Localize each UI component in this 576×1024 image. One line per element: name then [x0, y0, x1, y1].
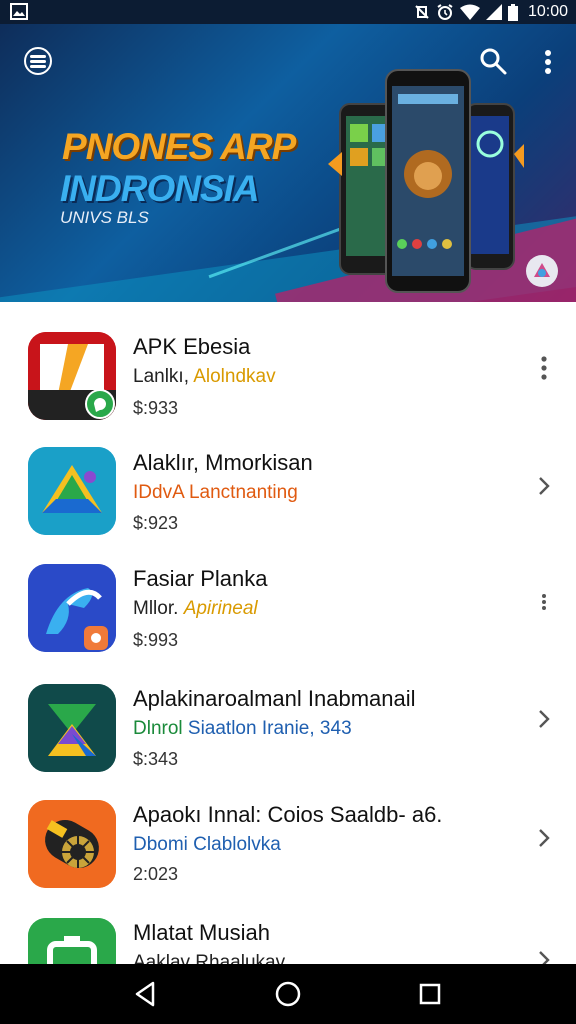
app-category-prefix: Mllor. — [133, 598, 184, 619]
chevron-right-icon[interactable] — [530, 946, 558, 964]
more-vert-icon[interactable] — [530, 588, 558, 616]
chevron-right-icon[interactable] — [530, 472, 558, 500]
hero-banner[interactable]: PNONES ARP INDRONSIA UNIVS BLS — [0, 24, 576, 302]
banner-badge-icon — [526, 255, 558, 287]
banner-title-line2: INDRONSIA — [60, 168, 260, 209]
app-icon-apaoki-innal — [28, 800, 116, 888]
app-name: Alaklır, Mmorkisan — [133, 450, 313, 475]
status-time: 10:00 — [527, 3, 568, 20]
app-category-highlight: IDdvA Lanctnanting — [133, 482, 298, 503]
status-bar: 10:00 — [0, 0, 576, 24]
navigation-bar — [0, 964, 576, 1024]
menu-icon[interactable] — [22, 46, 54, 76]
home-icon[interactable] — [272, 978, 304, 1010]
app-category: Dbomi Clablolvka — [133, 834, 281, 856]
app-category: Mllor. Apirineal — [133, 598, 258, 620]
back-icon[interactable] — [129, 978, 161, 1010]
app-size: $:933 — [133, 398, 179, 418]
list-item[interactable]: Fasiar Planka Mllor. Apirineal $:993 — [0, 556, 576, 672]
app-name: APK Ebesia — [133, 334, 251, 359]
list-item[interactable]: Apaokı Innal: Coios Saaldb- a6. Dbomi Cl… — [0, 792, 576, 908]
app-category: Dlnrol Siaatlon Iranie, 343 — [133, 718, 352, 740]
list-item[interactable]: Alaklır, Mmorkisan IDdvA Lanctnanting $:… — [0, 440, 576, 556]
chevron-right-icon[interactable] — [530, 705, 558, 733]
app-category-prefix: Lanlkı, — [133, 366, 194, 387]
app-name: Mlatat Musiah — [133, 920, 270, 945]
app-category: Aaklav Rhaalukav — [133, 952, 285, 964]
app-icon-alaklir — [28, 447, 116, 535]
app-size: $:923 — [133, 513, 179, 533]
app-category-highlight: Apirineal — [183, 598, 258, 619]
app-icon-mlatat-musiah — [28, 918, 116, 964]
vibrate-icon — [415, 5, 429, 19]
app-name: Apaokı Innal: Coios Saaldb- a6. — [133, 802, 443, 827]
app-category-prefix: Dlnrol — [133, 718, 188, 739]
app-category-highlight: Aaklav Rhaalukav — [133, 952, 286, 964]
list-item[interactable]: APK Ebesia Lanlkı, Alolndkav $:933 — [0, 324, 576, 440]
app-category-highlight: Dbomi Clablolvka — [133, 834, 281, 855]
more-vert-icon[interactable] — [530, 354, 558, 382]
banner-subtitle: UNIVS BLS — [60, 208, 149, 227]
signal-icon — [485, 4, 502, 20]
alarm-icon — [437, 4, 453, 20]
app-size: $:343 — [133, 749, 179, 769]
app-size: 2:023 — [133, 864, 179, 884]
list-item[interactable]: Aplakinaroalmanl Inabmanail Dlnrol Siaat… — [0, 676, 576, 792]
battery-icon — [507, 3, 518, 21]
app-category: IDdvA Lanctnanting — [133, 482, 298, 504]
phones-illustration — [328, 69, 524, 293]
app-size: $:993 — [133, 630, 179, 650]
app-list: APK Ebesia Lanlkı, Alolndkav $:933 Alakl… — [0, 302, 576, 964]
app-icon-aplakinaroalmanl — [28, 684, 116, 772]
more-vert-icon[interactable] — [540, 48, 556, 76]
banner-title-line1: PNONES ARP — [62, 126, 296, 167]
app-icon-apk-ebesia — [28, 332, 116, 420]
app-category-highlight: Alolndkav — [193, 366, 276, 387]
chevron-right-icon[interactable] — [530, 824, 558, 852]
recents-icon[interactable] — [414, 978, 446, 1010]
app-name: Aplakinaroalmanl Inabmanail — [133, 686, 416, 711]
app-category: Lanlkı, Alolndkav — [133, 366, 276, 388]
app-name: Fasiar Planka — [133, 566, 268, 591]
app-category-highlight: Siaatlon Iranie, 343 — [187, 718, 352, 739]
wifi-icon — [459, 4, 480, 20]
image-icon — [10, 3, 28, 20]
app-icon-fasiar-planka — [28, 564, 116, 652]
list-item[interactable]: Mlatat Musiah Aaklav Rhaalukav — [0, 910, 576, 964]
